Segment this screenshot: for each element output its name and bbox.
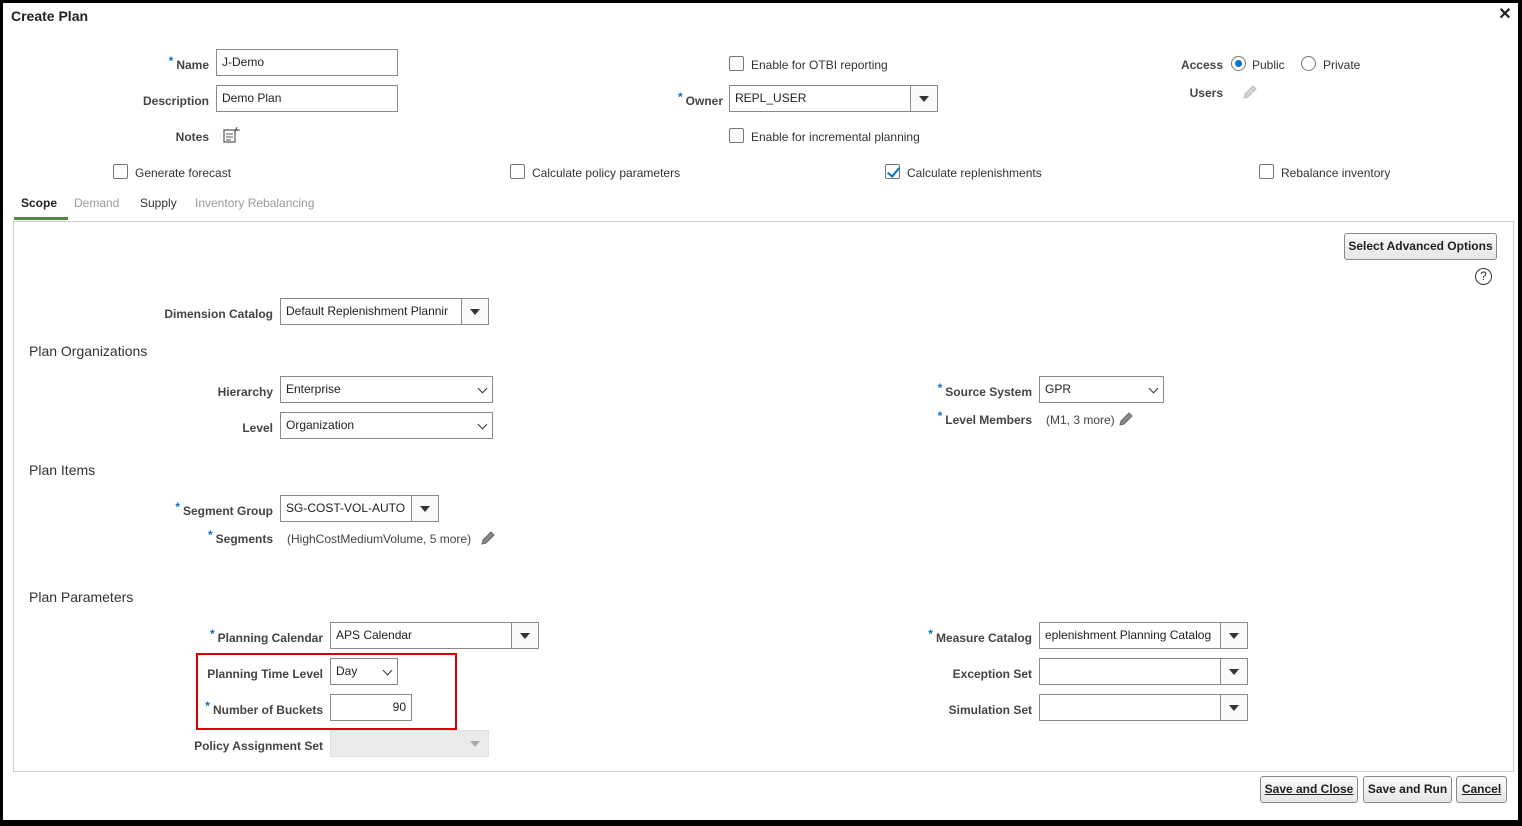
users-label: Users [1189, 86, 1223, 100]
level-select[interactable]: Organization [280, 412, 493, 439]
chevron-down-icon [477, 419, 488, 430]
dropdown-arrow-icon[interactable] [1220, 659, 1247, 684]
owner-value: REPL_USER [735, 91, 807, 105]
tab-scope[interactable]: Scope [21, 196, 57, 210]
edit-segments-pencil-icon[interactable] [480, 530, 496, 546]
select-advanced-options-button[interactable]: Select Advanced Options [1344, 233, 1497, 260]
owner-label: * Owner [677, 90, 723, 108]
calc-replenishments-label: Calculate replenishments [907, 166, 1042, 180]
highlight-box [196, 653, 457, 730]
tab-demand[interactable]: Demand [74, 196, 119, 210]
planning-calendar-label: * Planning Calendar [209, 627, 323, 645]
dropdown-arrow-icon[interactable] [411, 496, 438, 521]
tab-supply[interactable]: Supply [140, 196, 177, 210]
segments-value: (HighCostMediumVolume, 5 more) [287, 532, 472, 546]
close-icon[interactable]: ✕ [1497, 7, 1513, 23]
required-icon: * [207, 528, 213, 542]
hierarchy-select[interactable]: Enterprise [280, 376, 493, 403]
access-private-label: Private [1323, 58, 1361, 72]
chevron-down-icon [477, 383, 488, 394]
generate-forecast-label: Generate forecast [135, 166, 232, 180]
dropdown-arrow-icon[interactable] [461, 299, 488, 324]
save-and-close-button[interactable]: Save and Close [1260, 776, 1358, 803]
policy-assignment-set-label: Policy Assignment Set [194, 739, 323, 753]
create-plan-dialog: Create Plan ✕ * Name J-Demo Description D… [0, 0, 1522, 826]
measure-catalog-value: eplenishment Planning Catalog [1045, 628, 1212, 642]
save-and-run-button[interactable]: Save and Run [1363, 776, 1452, 803]
measure-catalog-combo[interactable]: eplenishment Planning Catalog [1039, 622, 1248, 649]
plan-organizations-heading: Plan Organizations [29, 343, 148, 359]
owner-combo[interactable]: REPL_USER [729, 85, 938, 112]
plan-items-heading: Plan Items [29, 462, 96, 478]
policy-assignment-set-combo [330, 730, 489, 757]
access-public-label: Public [1252, 58, 1285, 72]
cancel-button[interactable]: Cancel [1456, 776, 1507, 803]
level-value: Organization [286, 418, 355, 432]
exception-set-label: Exception Set [952, 667, 1032, 681]
tab-inventory-rebalancing[interactable]: Inventory Rebalancing [195, 196, 314, 210]
simulation-set-combo[interactable] [1039, 694, 1248, 721]
rebalance-label: Rebalance inventory [1281, 166, 1391, 180]
segments-label: * Segments [207, 528, 273, 546]
segment-group-label: * Segment Group [175, 500, 273, 518]
name-label: * Name [168, 54, 209, 72]
dropdown-arrow-icon[interactable] [511, 623, 538, 648]
rebalance-checkbox[interactable] [1259, 164, 1274, 179]
help-icon[interactable]: ? [1475, 268, 1492, 285]
access-private-radio[interactable] [1301, 56, 1316, 71]
plan-parameters-heading: Plan Parameters [29, 589, 134, 605]
dimension-catalog-combo[interactable]: Default Replenishment Plannir [280, 298, 489, 325]
exception-set-combo[interactable] [1039, 658, 1248, 685]
planning-calendar-combo[interactable]: APS Calendar [330, 622, 539, 649]
dropdown-arrow-icon[interactable] [910, 86, 937, 111]
dropdown-arrow-icon[interactable] [1220, 695, 1247, 720]
required-icon: * [937, 409, 943, 423]
simulation-set-value [1040, 695, 1050, 720]
source-system-label: * Source System [937, 381, 1032, 399]
otbi-checkbox[interactable] [729, 56, 744, 71]
edit-level-members-pencil-icon[interactable] [1118, 411, 1134, 427]
otbi-label: Enable for OTBI reporting [751, 58, 888, 72]
dialog-title: Create Plan [11, 8, 89, 24]
segment-group-combo[interactable]: SG-COST-VOL-AUTO [280, 495, 439, 522]
source-system-value: GPR [1045, 382, 1072, 396]
dropdown-arrow-icon [461, 731, 488, 756]
name-input[interactable]: J-Demo [216, 49, 398, 76]
notes-label: Notes [175, 130, 209, 144]
dimension-catalog-label: Dimension Catalog [164, 307, 273, 321]
required-icon: * [937, 381, 943, 395]
access-public-radio[interactable] [1231, 56, 1246, 71]
segment-group-value: SG-COST-VOL-AUTO [286, 501, 406, 515]
level-label: Level [242, 421, 273, 435]
dimension-catalog-value: Default Replenishment Plannir [286, 304, 449, 318]
calc-policy-label: Calculate policy parameters [532, 166, 681, 180]
description-input[interactable]: Demo Plan [216, 85, 398, 112]
description-label: Description [142, 94, 209, 108]
level-members-value: (M1, 3 more) [1046, 413, 1115, 427]
planning-calendar-value: APS Calendar [336, 628, 413, 642]
required-icon: * [677, 90, 683, 104]
active-tab-indicator [14, 217, 68, 220]
hierarchy-value: Enterprise [286, 382, 341, 396]
incremental-label: Enable for incremental planning [751, 130, 920, 144]
required-icon: * [209, 627, 215, 641]
simulation-set-label: Simulation Set [948, 703, 1032, 717]
required-icon: * [175, 500, 180, 514]
edit-users-pencil-icon[interactable] [1242, 84, 1258, 100]
source-system-select[interactable]: GPR [1039, 376, 1164, 403]
incremental-checkbox[interactable] [729, 128, 744, 143]
hierarchy-label: Hierarchy [217, 385, 273, 399]
generate-forecast-checkbox[interactable] [113, 164, 128, 179]
dropdown-arrow-icon[interactable] [1220, 623, 1247, 648]
required-icon: * [928, 627, 933, 641]
level-members-label: * Level Members [937, 409, 1032, 427]
required-icon: * [168, 54, 174, 68]
notes-icon[interactable] [223, 127, 241, 143]
access-label: Access [1180, 58, 1223, 72]
measure-catalog-label: * Measure Catalog [928, 627, 1032, 645]
calc-policy-checkbox[interactable] [510, 164, 525, 179]
calc-replenishments-checkbox[interactable] [885, 164, 900, 179]
chevron-down-icon [1148, 383, 1159, 394]
exception-set-value [1040, 659, 1050, 684]
